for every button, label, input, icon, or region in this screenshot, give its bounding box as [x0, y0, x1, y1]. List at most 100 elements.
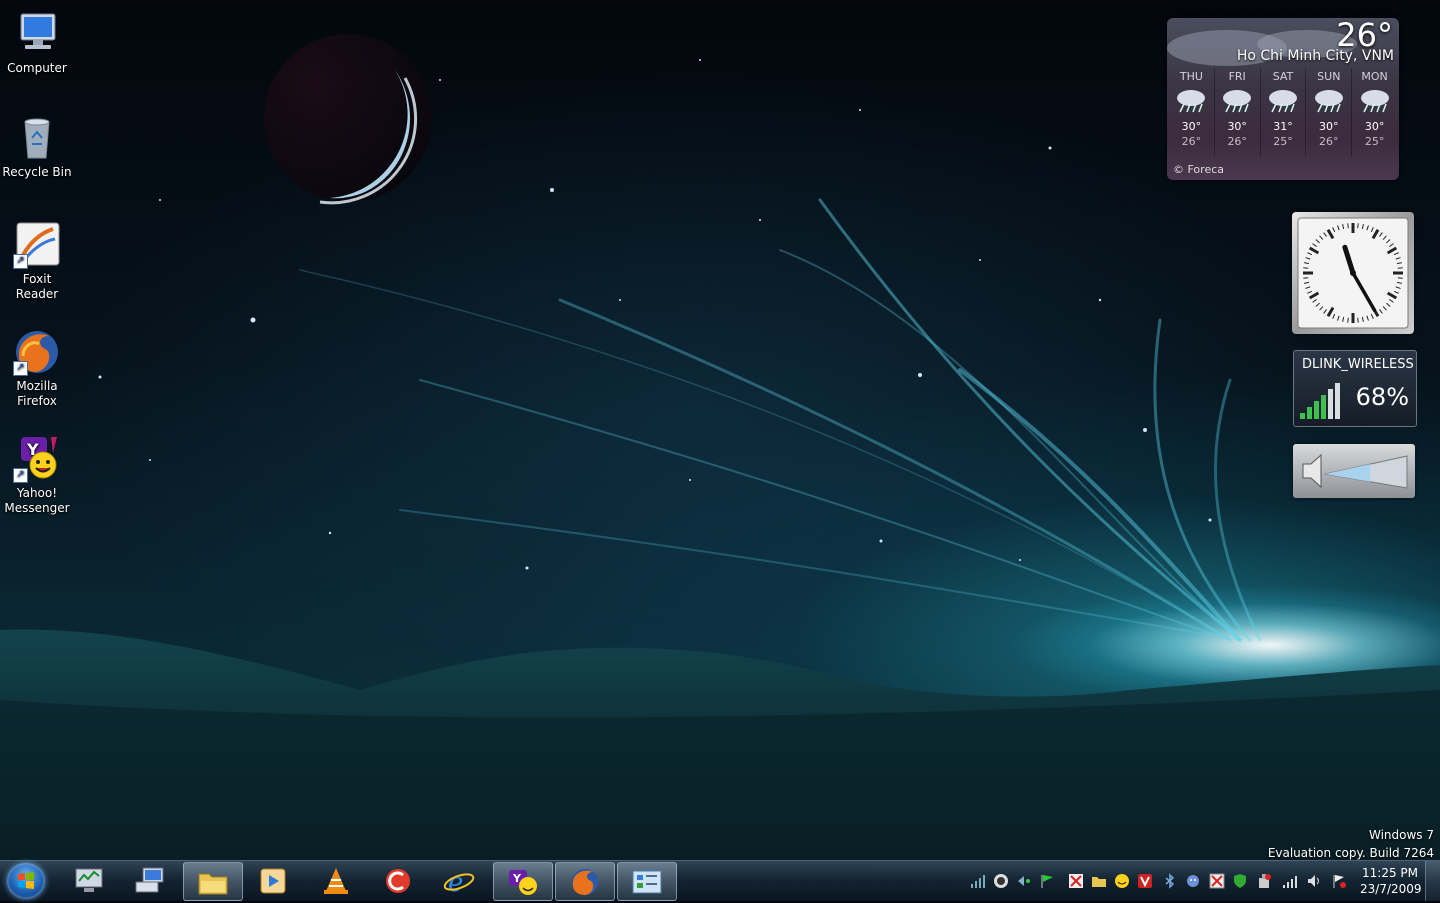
clock-tick	[1397, 277, 1403, 279]
yahoo-messenger-icon: Y	[509, 869, 537, 895]
forecast-day-name: MON	[1361, 70, 1388, 83]
clock-tick	[1357, 317, 1359, 323]
weather-city: Ho Chi Minh City, VNM	[1236, 48, 1394, 64]
updater-icon[interactable]	[1137, 873, 1153, 889]
wifi-signal-strength: 68%	[1355, 383, 1409, 411]
firefox-icon: ↗	[13, 328, 61, 376]
desktop-icon-label: Mozilla Firefox	[16, 379, 58, 408]
forecast-low: 26°	[1181, 135, 1202, 148]
weather-credit[interactable]: © Foreca	[1173, 163, 1224, 176]
signal-bar	[1328, 389, 1333, 419]
forecast-high: 30°	[1364, 120, 1385, 133]
security-shield-icon[interactable]	[1232, 873, 1248, 889]
taskbar-file-explorer[interactable]	[183, 862, 243, 901]
taskbar-vlc[interactable]	[307, 862, 365, 899]
desktop-icon-foxit-reader[interactable]: ↗ Foxit Reader	[2, 221, 72, 302]
network-icon	[135, 867, 164, 892]
thunderstorm-icon	[1266, 86, 1300, 114]
clock-tick	[1303, 267, 1309, 269]
clock-tick	[1347, 317, 1349, 323]
network-activity-icon[interactable]	[1016, 873, 1032, 889]
wifi-ssid: DLINK_WIRELESS	[1302, 357, 1414, 372]
taskbar: e Y 11:25 PM 23/7/2009	[0, 860, 1440, 901]
volume-gadget[interactable]	[1293, 444, 1415, 498]
desktop-icon-computer[interactable]: Computer	[2, 10, 72, 76]
volume-slider[interactable]	[1293, 444, 1415, 498]
taskbar-yahoo-messenger[interactable]: Y	[493, 862, 553, 901]
speaker-icon[interactable]	[1306, 873, 1322, 889]
windows-logo-icon	[18, 872, 34, 889]
forecast-day-name: SAT	[1272, 70, 1294, 83]
network-status-icon[interactable]	[1282, 873, 1298, 889]
forecast-high: 30°	[1181, 120, 1202, 133]
action-center-icon[interactable]	[1331, 873, 1347, 889]
firewall-icon[interactable]	[1209, 873, 1225, 889]
taskbar-media-player[interactable]	[244, 862, 302, 899]
folder-sync-icon[interactable]	[1091, 873, 1107, 889]
yahoo-tray-icon[interactable]	[1114, 873, 1130, 889]
thunderstorm-icon	[1174, 86, 1208, 114]
forecast-high: 30°	[1227, 120, 1247, 133]
desktop-icon-recycle-bin[interactable]: Recycle Bin	[2, 114, 72, 180]
yahoo-messenger-icon: Y ↗	[13, 435, 61, 483]
forecast-day-name: FRI	[1228, 70, 1246, 83]
taskbar-task-manager[interactable]	[60, 862, 118, 899]
clock-tick	[1303, 277, 1309, 279]
clock-tick	[1357, 223, 1359, 229]
media-center-icon[interactable]	[993, 873, 1009, 889]
notification-area	[966, 861, 1361, 901]
taskbar-control-panel[interactable]	[617, 862, 677, 901]
windows-watermark: Windows 7 Evaluation copy. Build 7264	[1268, 826, 1434, 862]
clock-tick	[1347, 223, 1349, 229]
forecast-day: SAT 31° 25°	[1261, 68, 1307, 156]
forecast-day: MON 30° 25°	[1352, 68, 1397, 156]
clock-tick	[1397, 267, 1403, 269]
desktop-icon-label: Foxit Reader	[15, 272, 59, 301]
desktop-icon-firefox[interactable]: ↗ Mozilla Firefox	[2, 328, 72, 409]
wifi-gadget[interactable]: DLINK_WIRELESS 68%	[1293, 350, 1417, 427]
foxit-reader-icon: ↗	[13, 221, 61, 269]
signal-strength-icon[interactable]	[970, 873, 986, 889]
taskbar-firefox[interactable]	[555, 862, 615, 901]
forecast-day: SUN 30° 26°	[1306, 68, 1353, 156]
desktop-icon-yahoo-messenger[interactable]: Y ↗ Yahoo! Messenger	[2, 435, 72, 516]
computer-icon	[13, 10, 61, 58]
thunderstorm-icon	[1220, 86, 1254, 114]
forecast-day-name: SUN	[1317, 70, 1341, 83]
messenger-tray-icon[interactable]	[1185, 873, 1201, 889]
svg-text:e: e	[448, 868, 463, 896]
signal-bars-icon	[1300, 381, 1344, 423]
start-button[interactable]	[7, 863, 45, 899]
taskbar-internet-explorer[interactable]: e	[430, 862, 488, 899]
forecast-high: 30°	[1319, 120, 1339, 133]
weather-gadget[interactable]: 26° Ho Chi Minh City, VNM THU 30° 26° FR…	[1167, 18, 1399, 180]
firefox-icon	[572, 868, 598, 895]
task-manager-icon	[75, 868, 103, 892]
forecast-low: 26°	[1227, 135, 1247, 148]
signal-bar	[1300, 413, 1305, 419]
safely-remove-hardware-icon[interactable]	[1256, 873, 1272, 889]
signal-bar	[1314, 401, 1319, 419]
antivirus-icon[interactable]	[1068, 873, 1084, 889]
forecast-high: 31°	[1273, 120, 1293, 133]
forecast-low: 26°	[1319, 135, 1339, 148]
vlc-icon	[324, 867, 348, 894]
desktop-icon-label: Recycle Bin	[2, 165, 72, 179]
ccleaner-icon	[386, 868, 410, 893]
signal-bar	[1335, 383, 1340, 419]
forecast-day: FRI 30° 26°	[1215, 68, 1261, 156]
shortcut-arrow-icon: ↗	[13, 468, 28, 483]
shortcut-arrow-icon: ↗	[13, 254, 28, 269]
recycle-bin-icon	[13, 114, 61, 162]
show-desktop-button[interactable]	[1425, 861, 1440, 901]
thunderstorm-icon	[1358, 86, 1392, 114]
folder-icon	[198, 873, 228, 894]
control-panel-icon	[632, 870, 662, 893]
taskbar-ccleaner[interactable]	[369, 862, 427, 899]
taskbar-network[interactable]	[121, 862, 179, 899]
action-center-flag-icon[interactable]	[1039, 873, 1055, 889]
clock-gadget[interactable]	[1292, 212, 1414, 334]
bluetooth-icon[interactable]	[1162, 873, 1178, 889]
watermark-os: Windows 7	[1368, 828, 1434, 842]
taskbar-clock[interactable]: 11:25 PM 23/7/2009	[1360, 865, 1422, 897]
